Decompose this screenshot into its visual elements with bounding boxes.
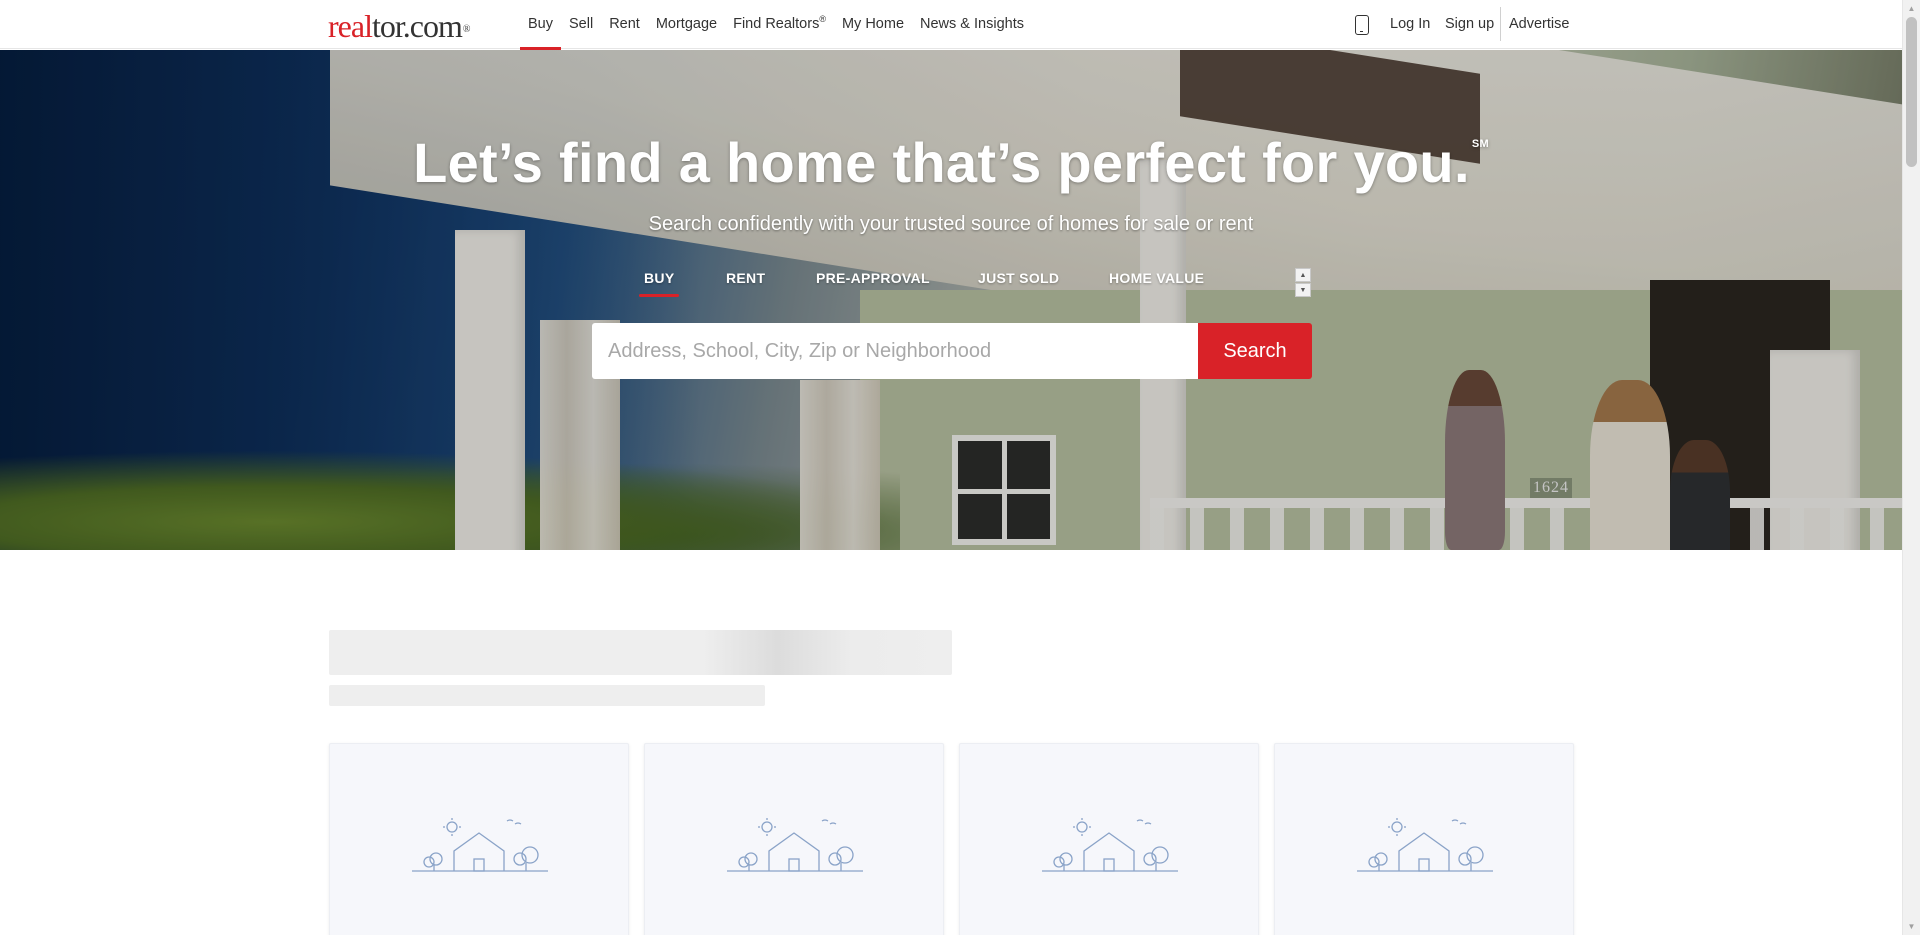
nav-find-realtors[interactable]: Find Realtors®	[725, 0, 834, 49]
advertise-link[interactable]: Advertise	[1509, 0, 1569, 49]
nav-buy[interactable]: Buy	[520, 0, 561, 50]
tab-just-sold[interactable]: JUST SOLD	[978, 270, 1059, 286]
listing-card-placeholder[interactable]	[329, 743, 629, 935]
nav-mortgage[interactable]: Mortgage	[648, 0, 725, 49]
search-box	[592, 323, 1198, 379]
registered-mark: ®	[819, 14, 826, 25]
loading-title-placeholder	[329, 630, 952, 675]
search-button[interactable]: Search	[1198, 323, 1312, 379]
logo-part-tor: tor.com	[371, 8, 463, 44]
triangle-up-icon: ▲	[1299, 271, 1307, 279]
scroll-down-arrow-icon[interactable]: ▼	[1903, 918, 1920, 935]
nav-sell[interactable]: Sell	[561, 0, 601, 49]
nav-rent[interactable]: Rent	[601, 0, 648, 49]
nav-find-realtors-label: Find Realtors	[733, 16, 820, 32]
tab-scroll-down-button[interactable]: ▼	[1295, 283, 1311, 297]
tab-scroll-control: ▲ ▼	[1295, 268, 1311, 298]
hero-title: Let’s find a home that’s perfect for you…	[0, 130, 1902, 195]
tab-buy[interactable]: BUY	[638, 270, 681, 297]
signup-link[interactable]: Sign up	[1445, 0, 1494, 49]
nav-sell-label: Sell	[569, 16, 594, 32]
tab-scroll-up-button[interactable]: ▲	[1295, 268, 1311, 282]
house-placeholder-icon	[412, 818, 548, 872]
scroll-up-arrow-icon[interactable]: ▲	[1903, 0, 1920, 17]
nav-news-insights-label: News & Insights	[920, 16, 1024, 32]
page-scrollbar[interactable]: ▲ ▼	[1902, 0, 1920, 935]
listing-card-placeholder[interactable]	[1274, 743, 1574, 935]
listing-card-placeholder[interactable]	[959, 743, 1259, 935]
login-link[interactable]: Log In	[1390, 0, 1430, 49]
house-placeholder-icon	[727, 818, 863, 872]
nav-buy-label: Buy	[528, 16, 553, 32]
site-header: realtor.com® Buy Sell Rent Mortgage Find…	[0, 0, 1902, 50]
main-nav: Buy Sell Rent Mortgage Find Realtors® My…	[520, 0, 1032, 50]
hero-subtitle: Search confidently with your trusted sou…	[648, 213, 1254, 235]
mobile-phone-icon[interactable]	[1355, 15, 1369, 35]
hero-section: 1624 Let’s find a home that’s perfect fo…	[0, 50, 1902, 550]
tab-pre-approval[interactable]: PRE-APPROVAL	[816, 270, 930, 286]
hero-title-text: Let’s find a home that’s perfect for you…	[413, 131, 1470, 194]
search-input[interactable]	[592, 323, 1198, 379]
nav-my-home-label: My Home	[841, 16, 905, 32]
header-divider	[1500, 7, 1501, 41]
loading-subtitle-placeholder	[329, 685, 765, 706]
tab-rent[interactable]: RENT	[726, 270, 765, 286]
realtor-logo[interactable]: realtor.com®	[328, 8, 471, 44]
nav-news-insights[interactable]: News & Insights	[912, 0, 1032, 49]
hero-overlay	[0, 50, 1902, 550]
nav-rent-label: Rent	[609, 16, 640, 32]
nav-my-home[interactable]: My Home	[834, 0, 912, 49]
tab-home-value[interactable]: HOME VALUE	[1109, 270, 1204, 286]
listing-card-placeholder[interactable]	[644, 743, 944, 935]
triangle-down-icon: ▼	[1299, 286, 1307, 294]
service-mark: SM	[1471, 138, 1489, 150]
nav-mortgage-label: Mortgage	[655, 16, 718, 32]
logo-part-real: real	[328, 8, 373, 44]
house-placeholder-icon	[1042, 818, 1178, 872]
house-placeholder-icon	[1357, 818, 1493, 872]
logo-registered-mark: ®	[462, 24, 471, 35]
scrollbar-thumb[interactable]	[1906, 17, 1917, 167]
